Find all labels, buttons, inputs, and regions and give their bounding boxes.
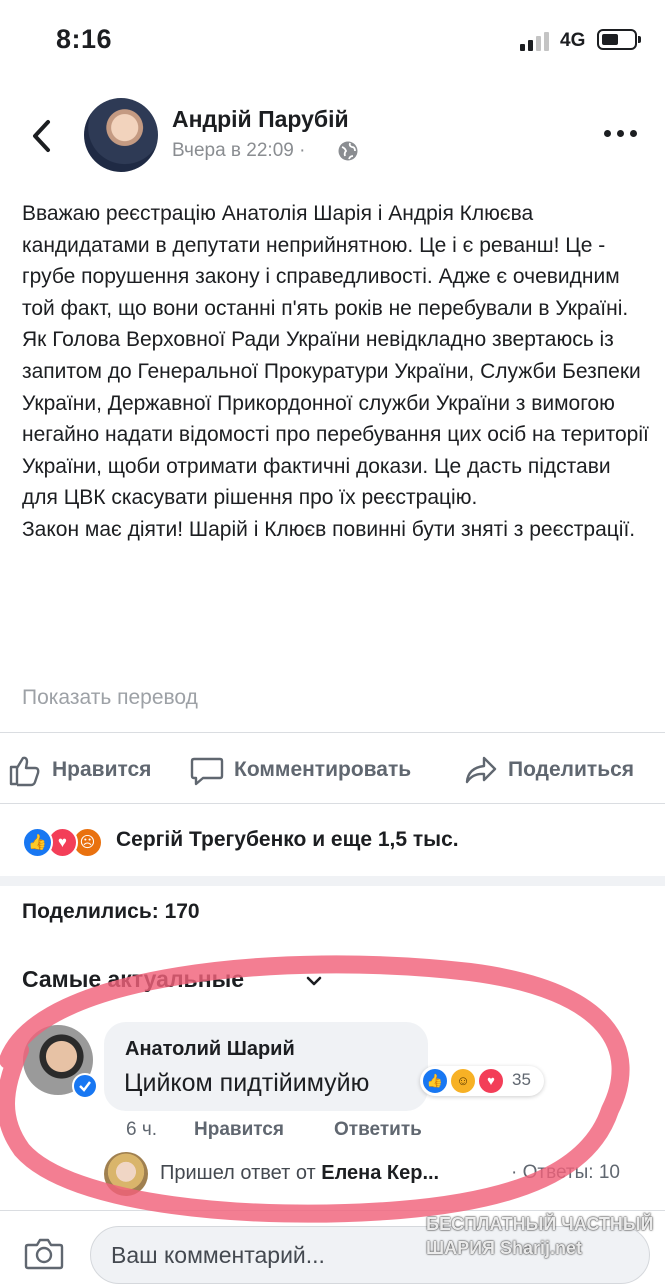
reply-count[interactable]: · Ответы: 10 — [511, 1162, 620, 1184]
comment-bubble-icon — [190, 757, 224, 786]
like-button[interactable]: Нравится — [8, 752, 151, 788]
watermark-line: БЕСПЛАТНЫЙ ЧАСТНЫЙ — [426, 1214, 654, 1234]
haha-icon: ☺ — [450, 1068, 476, 1094]
divider — [0, 803, 665, 804]
battery-icon — [597, 29, 641, 50]
divider — [0, 732, 665, 733]
reactions-summary[interactable]: Сергій Трегубенко и еще 1,5 тыс. — [116, 828, 459, 852]
reply-preview[interactable]: Пришел ответ от Елена Кер... — [160, 1162, 439, 1185]
comment-author[interactable]: Анатолий Шарий — [125, 1038, 295, 1061]
more-options-icon[interactable] — [604, 128, 638, 140]
love-icon: ♥ — [478, 1068, 504, 1094]
comment-button[interactable]: Комментировать — [190, 752, 411, 788]
thumbs-up-icon — [9, 756, 40, 787]
reply-author-name: Елена Кер... — [321, 1162, 440, 1184]
like-icon: 👍 — [22, 827, 53, 858]
chevron-down-icon[interactable] — [303, 970, 325, 992]
author-avatar[interactable] — [84, 98, 158, 172]
post-paragraph: Вважаю реєстрацію Анатолія Шарія і Андрі… — [22, 202, 649, 510]
reply-author-avatar[interactable] — [104, 1152, 148, 1196]
reply-preview-prefix: Пришел ответ от — [160, 1162, 322, 1184]
camera-icon[interactable] — [24, 1236, 64, 1270]
share-label: Поделиться — [508, 758, 635, 781]
like-icon: 👍 — [422, 1068, 448, 1094]
reaction-icons[interactable]: 👍 ♥ ☹ — [22, 827, 106, 858]
post-timestamp[interactable]: Вчера в 22:09 · — [172, 140, 305, 162]
watermark-line: ШАРИЯ Sharij.net — [426, 1238, 582, 1258]
comment-reaction-count: 35 — [512, 1070, 531, 1089]
like-label: Нравится — [52, 758, 152, 781]
comment-sort-dropdown[interactable]: Самые актуальные — [22, 966, 244, 993]
verified-badge-icon — [72, 1073, 98, 1099]
shares-count[interactable]: Поделились: 170 — [22, 900, 200, 924]
comment-reply-button[interactable]: Ответить — [334, 1119, 422, 1141]
section-divider — [0, 876, 665, 886]
comment-time: 6 ч. — [126, 1119, 158, 1140]
post-text: Вважаю реєстрацію Анатолія Шарія і Андрі… — [22, 198, 652, 546]
share-button[interactable]: Поделиться — [464, 752, 634, 788]
watermark: БЕСПЛАТНЫЙ ЧАСТНЫЙ ШАРИЯ Sharij.net — [426, 1212, 653, 1260]
comment-text: Цийком пидтійимуйю — [124, 1069, 370, 1097]
post-author-name[interactable]: Андрій Парубій — [172, 106, 349, 133]
status-time: 8:16 — [56, 24, 113, 54]
globe-icon — [338, 141, 358, 161]
show-translation-link[interactable]: Показать перевод — [22, 686, 198, 710]
post-paragraph: Закон має діяти! Шарій і Клюєв повинні б… — [22, 517, 636, 541]
share-arrow-icon — [465, 756, 497, 784]
comment-label: Комментировать — [234, 758, 412, 781]
checkmark-icon — [79, 1081, 91, 1092]
signal-icon — [520, 31, 552, 51]
network-type: 4G — [560, 30, 586, 51]
comment-like-button[interactable]: Нравится — [194, 1119, 284, 1141]
comment-reactions[interactable]: 👍 ☺ ♥ 35 — [420, 1066, 544, 1096]
back-arrow-icon[interactable] — [28, 118, 58, 154]
